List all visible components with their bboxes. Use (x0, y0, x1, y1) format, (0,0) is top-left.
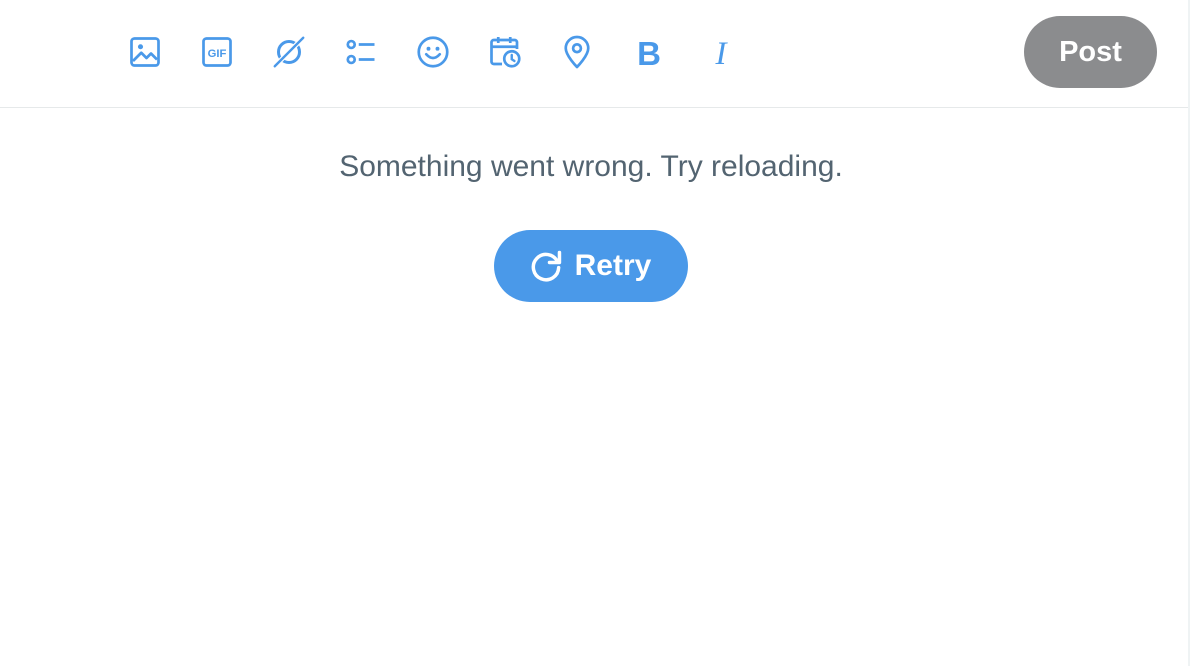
italic-icon-text: I (715, 36, 729, 70)
media-button[interactable] (125, 32, 165, 72)
schedule-button[interactable] (485, 32, 525, 72)
post-button[interactable]: Post (1024, 16, 1157, 88)
media-icon (130, 37, 160, 67)
emoji-button[interactable] (413, 32, 453, 72)
grok-icon (273, 36, 305, 68)
error-message: Something went wrong. Try reloading. (339, 150, 843, 183)
bold-icon: B (637, 35, 661, 70)
location-icon (564, 35, 590, 69)
schedule-icon (490, 37, 521, 68)
poll-button[interactable] (341, 32, 381, 72)
italic-icon: I (715, 36, 729, 70)
emoji-icon (417, 36, 449, 68)
composer-page: GIF B I Post Something went wrong. Try r… (0, 0, 1190, 666)
bold-icon-text: B (637, 35, 661, 70)
retry-button[interactable]: Retry (494, 230, 688, 302)
retry-label: Retry (574, 249, 652, 282)
italic-button[interactable]: I (701, 32, 741, 72)
post-button-label: Post (1059, 35, 1122, 68)
gif-button[interactable]: GIF (197, 32, 237, 72)
bold-button[interactable]: B (629, 32, 669, 72)
grok-button[interactable] (269, 32, 309, 72)
poll-icon (346, 39, 375, 65)
composer-toolbar: GIF B I Post (0, 0, 1188, 108)
refresh-icon (531, 250, 561, 282)
gif-icon: GIF (202, 37, 232, 67)
location-button[interactable] (557, 32, 597, 72)
gif-icon-text: GIF (208, 48, 227, 60)
